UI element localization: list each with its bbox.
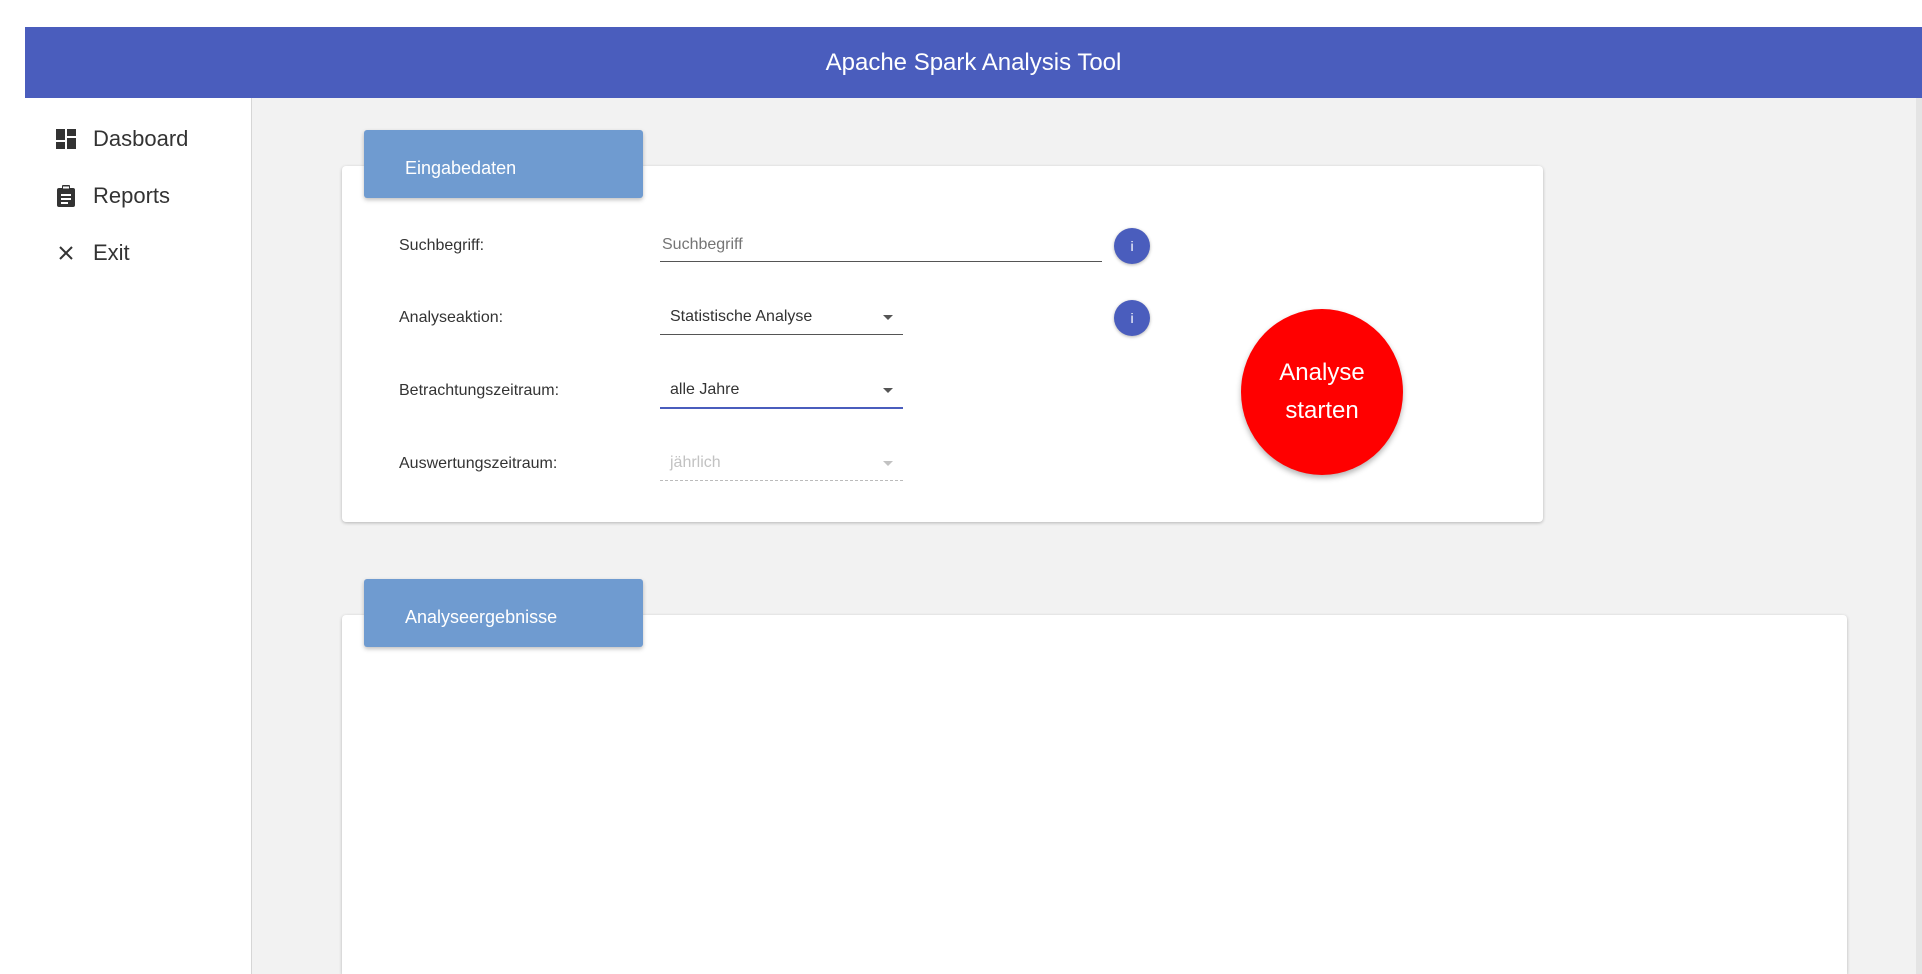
clipboard-icon [55,185,77,207]
sidebar-item-dashboard[interactable]: Dasboard [55,124,188,154]
info-icon: i [1130,238,1134,254]
app-toolbar: Apache Spark Analysis Tool [25,27,1922,98]
period-select[interactable]: alle Jahre [660,373,903,409]
sidebar-item-reports[interactable]: Reports [55,181,170,211]
results-card-title: Analyseergebnisse [364,579,643,647]
main-content: Suchbegriff: Analyseaktion: Statistische… [252,98,1922,974]
analysis-action-value: Statistische Analyse [670,308,813,325]
app-title: Apache Spark Analysis Tool [825,48,1122,76]
period-value: alle Jahre [670,381,740,398]
action-info-button[interactable]: i [1114,300,1150,336]
search-label: Suchbegriff: [399,237,485,254]
search-field[interactable] [660,228,1102,262]
search-input[interactable] [660,228,1102,262]
sidebar-item-label: Reports [93,183,171,208]
analysis-action-label: Analyseaktion: [399,309,504,326]
dashboard-icon [55,128,77,150]
sidebar: Dasboard Reports Exit [25,98,252,974]
input-card-title-text: Eingabedaten [405,158,517,178]
info-icon: i [1130,310,1134,326]
evaluation-select[interactable]: jährlich [660,446,903,481]
sidebar-item-label: Dasboard [93,126,189,151]
close-icon [55,242,77,264]
search-info-button[interactable]: i [1114,228,1150,264]
input-card-title: Eingabedaten [364,130,643,198]
chevron-down-icon [883,387,893,393]
analysis-action-select[interactable]: Statistische Analyse [660,300,903,335]
input-card: Suchbegriff: Analyseaktion: Statistische… [342,166,1543,522]
sidebar-item-label: Exit [93,240,130,265]
chevron-down-icon [883,314,893,320]
start-analysis-button[interactable]: Analyse starten [1241,309,1403,475]
scrollbar[interactable] [1916,98,1922,974]
start-analysis-label-line2: starten [1285,397,1359,424]
results-card-title-text: Analyseergebnisse [405,607,558,627]
sidebar-item-exit[interactable]: Exit [55,238,130,268]
period-label: Betrachtungszeitraum: [399,382,560,399]
chevron-down-icon [883,460,893,466]
evaluation-label: Auswertungszeitraum: [399,455,558,472]
evaluation-value: jährlich [670,454,721,471]
results-card [342,615,1847,974]
start-analysis-label-line1: Analyse [1279,359,1365,386]
